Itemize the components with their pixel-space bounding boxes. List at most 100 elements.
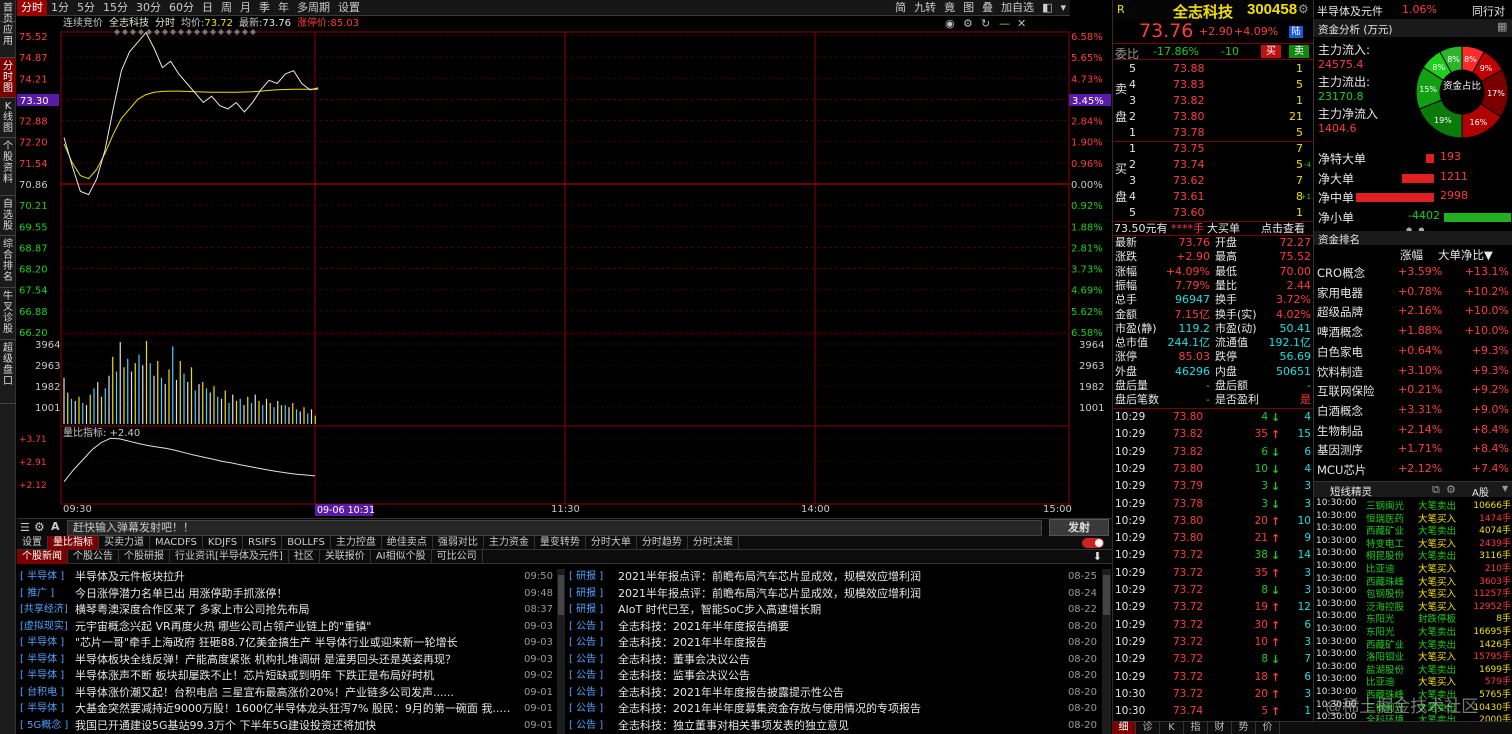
indicator-tab-8[interactable]: 绝佳卖点 [382,535,433,550]
news-title[interactable]: 全志科技：监事会决议公告 [618,668,1055,684]
news-row[interactable]: [ 半导体 ] 大基金突然要减持近9000万股！1600亿半导体龙头狂泻7% 股民… [17,701,557,717]
indicator-tab-11[interactable]: 量变转势 [535,535,586,550]
indicator-tab-0[interactable]: 设置 [17,535,48,550]
tool-6[interactable]: ◧ [1038,0,1056,16]
tool-3[interactable]: 图 [959,0,978,16]
tool-5[interactable]: 加自选 [997,0,1038,16]
period-1[interactable]: 1分 [47,0,73,16]
news-row[interactable]: [ 5G概念 ] 我国已开通建设5G基站99.3万个 下半年5G建设投资还将加快 0… [17,718,557,734]
panel-tab-4[interactable]: 财 [1208,722,1232,734]
rank-sector[interactable]: 家用电器 [1317,285,1363,301]
indicator-tab-1[interactable]: 量比指标 [48,535,99,550]
rank-sector[interactable]: 饮料制造 [1317,364,1363,380]
panel-tab-2[interactable]: K [1160,722,1184,734]
font-size-icon[interactable]: A [51,520,60,533]
news-title[interactable]: 半导体涨价潮又起！台积电启 三星宣布最高涨价20%！产业链多公司发声...... [75,685,511,701]
panel-tab-0[interactable]: 细 [1112,722,1136,734]
chart-canvas[interactable]: 75.526.58%74.875.65%74.214.73%73.563.77%… [17,16,1112,518]
news-row[interactable]: [ 公告 ] 全志科技：2021年半年度报告摘要 08-20 [566,619,1101,635]
settings-icon[interactable]: ⚙ [963,17,973,30]
indicator-tab-2[interactable]: 买卖力道 [99,535,150,550]
period-6[interactable]: 日 [198,0,217,16]
chat-icon[interactable]: ☰ [20,521,30,534]
refresh-icon[interactable]: ↻ [981,17,990,30]
tool-2[interactable]: 竟 [940,0,959,16]
period-9[interactable]: 季 [255,0,274,16]
period-2[interactable]: 5分 [73,0,99,16]
period-5[interactable]: 60分 [165,0,198,16]
news-row[interactable]: [ 公告 ] 全志科技：2021年半年度报告 08-20 [566,635,1101,651]
danmaku-input[interactable]: 赶快输入弹幕发射吧！！ [67,520,1042,536]
period-4[interactable]: 30分 [132,0,165,16]
toggle-switch[interactable] [1082,538,1104,548]
download-icon[interactable]: ⬇ [1093,550,1102,563]
indicator-tab-13[interactable]: 分时趋势 [637,535,688,550]
news-scrollbar[interactable] [557,569,565,734]
panel-tab-5[interactable]: 势 [1232,722,1256,734]
tool-1[interactable]: 九转 [910,0,940,16]
panel-tab-1[interactable]: 诊 [1136,722,1160,734]
indicator-tab-10[interactable]: 主力资金 [484,535,535,550]
nav-item-2[interactable]: 分时图 [0,58,16,98]
news-title[interactable]: 全志科技：2021年半年度报告 [618,635,1055,651]
news-tab-3[interactable]: 行业资讯[半导体及元件] [170,549,289,564]
news-row[interactable]: [ 公告 ] 全志科技：监事会决议公告 08-20 [566,668,1101,684]
rank-sector[interactable]: MCU芯片 [1317,462,1366,478]
news-title[interactable]: 我国已开通建设5G基站99.3万个 下半年5G建设投资还将加快 [75,718,511,734]
indicator-tab-3[interactable]: MACDFS [150,535,203,550]
indicator-tab-14[interactable]: 分时决策 [688,535,739,550]
nav-item-1[interactable]: 应用 [0,22,16,58]
news-tab-6[interactable]: AI相似个股 [371,549,432,564]
news-title[interactable]: 全志科技：2021年半年度报告披露提示性公告 [618,685,1055,701]
period-10[interactable]: 年 [274,0,293,16]
indicator-tab-5[interactable]: RSIFS [243,535,283,550]
news-row[interactable]: [ 推广 ] 今日涨停潜力名单已出 用涨停助手抓涨停！ 09:48 [17,586,557,602]
news-row[interactable]: [ 半导体 ] 半导体涨声不断 板块却屡跌不止！芯片短缺或到明年 下跌正是布局好时… [17,668,557,684]
minus-icon[interactable]: — [999,17,1010,30]
period-8[interactable]: 月 [236,0,255,16]
news-tab-2[interactable]: 个股研报 [119,549,170,564]
news-row[interactable]: [ 半导体 ] 半导体板块全线反弹！产能高度紧张 机构扎堆调研 是潼男回头还是英姿… [17,652,557,668]
indicator-tab-4[interactable]: KDJFS [203,535,244,550]
indicator-tab-9[interactable]: 强弱对比 [433,535,484,550]
news-title[interactable]: 元宇宙概念兴起 VR再度火热 哪些公司占领产业链上的"重镇" [75,619,511,635]
tool-4[interactable]: 叠 [978,0,997,16]
fire-button[interactable]: 发射 [1049,519,1109,536]
rank-sector[interactable]: CRO概念 [1317,265,1365,281]
period-3[interactable]: 15分 [99,0,132,16]
rank-col-pct[interactable]: 涨幅 [1400,247,1423,263]
period-0[interactable]: 分时 [17,0,47,16]
news-tab-4[interactable]: 社区 [289,549,320,564]
sell-button[interactable]: 卖 [1289,45,1309,58]
fund-donut[interactable]: 8%9%17%16%19%15%8%8%资金占比 [1410,44,1512,140]
news-title[interactable]: 今日涨停潜力名单已出 用涨停助手抓涨停！ [75,586,511,602]
news-row[interactable]: [ 公告 ] 全志科技：2021年半年度报告披露提示性公告 08-20 [566,685,1101,701]
news-row[interactable]: [ 公告 ] 全志科技：2021年半年度募集资金存放与使用情况的专项报告 08-20 [566,701,1101,717]
news-title[interactable]: 横琴粤澳深度合作区来了 多家上市公司抢先布局 [75,602,511,618]
rank-sector[interactable]: 基因测序 [1317,442,1363,458]
bigline-3[interactable]: 点击查看 [1261,222,1305,236]
news-row[interactable]: [ 公告 ] 全志科技：独立董事对相关事项发表的独立意见 08-20 [566,718,1101,734]
news-scrollbar-right[interactable] [1102,569,1111,734]
news-row[interactable]: [ 研报 ] 2021半年报点评：前瞻布局汽车芯片显成效，规模效应增利润 08-25 [566,569,1101,585]
tool-7[interactable]: ▾ [1056,0,1070,16]
rank-sector[interactable]: 生物制品 [1317,423,1363,439]
news-title[interactable]: 半导体及元件板块拉升 [75,569,511,585]
rank-sector[interactable]: 超级品牌 [1317,304,1363,320]
nav-item-5[interactable]: 自选股 [0,196,16,236]
news-row[interactable]: [ 公告 ] 全志科技：董事会决议公告 08-20 [566,652,1101,668]
news-title[interactable]: 全志科技：2021年半年度募集资金存放与使用情况的专项报告 [618,701,1055,717]
news-row[interactable]: [ 半导体 ] 半导体及元件板块拉升 09:50 [17,569,557,585]
nav-item-7[interactable]: 牛叉诊股 [0,288,16,340]
news-tab-0[interactable]: 个股新闻 [17,549,68,564]
news-tab-1[interactable]: 个股公告 [68,549,119,564]
period-7[interactable]: 周 [217,0,236,16]
news-row[interactable]: [ 台积电 ] 半导体涨价潮又起！台积电启 三星宣布最高涨价20%！产业链多公司发… [17,685,557,701]
nav-item-0[interactable]: 首页 [0,0,16,25]
news-title[interactable]: 大基金突然要减持近9000万股！1600亿半导体龙头狂泻7% 股民：9月的第一碗… [75,701,511,717]
indicator-tab-12[interactable]: 分时大单 [586,535,637,550]
news-tab-7[interactable]: 可比公司 [432,549,483,564]
nav-item-4[interactable]: 个股资料 [0,138,16,196]
eye-icon[interactable]: ◉ [945,17,955,30]
period-11[interactable]: 多周期 [293,0,334,16]
